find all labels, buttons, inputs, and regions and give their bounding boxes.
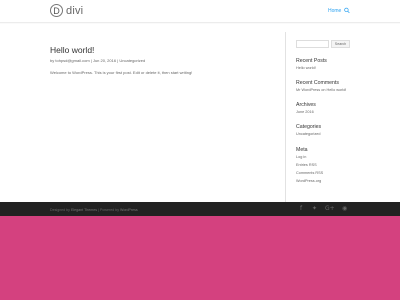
meta-link-comments-rss[interactable]: Comments RSS (296, 171, 323, 175)
widget-title-recent-posts: Recent Posts (296, 58, 327, 64)
meta-link-login[interactable]: Log in (296, 155, 306, 159)
facebook-icon[interactable]: f (300, 205, 302, 212)
sidebar-divider (285, 32, 286, 202)
recent-comment-link[interactable]: Mr WordPress on Hello world! (296, 88, 346, 92)
site-logo[interactable]: D divi (50, 4, 83, 17)
archive-link[interactable]: June 2016 (296, 110, 314, 114)
logo-text: divi (66, 4, 84, 17)
nav-item-home[interactable]: Home (328, 8, 341, 14)
logo-mark-icon: D (50, 4, 63, 17)
google-plus-icon[interactable]: G+ (325, 205, 335, 212)
recent-post-link[interactable]: Hello world! (296, 66, 316, 70)
post-title[interactable]: Hello world! (50, 45, 94, 55)
footer-credits: Designed by Elegant Themes | Powered by … (50, 208, 138, 212)
sidebar-search-button[interactable]: Search (331, 40, 350, 48)
widget-title-categories: Categories (296, 124, 322, 130)
platform-link[interactable]: WordPress (120, 208, 138, 212)
post-date: Jun 20, 2016 (92, 58, 117, 63)
credits-prefix: Designed by (50, 208, 70, 212)
site-header: D divi Home (0, 0, 400, 23)
search-icon[interactable] (344, 7, 350, 14)
meta-link-entries-rss[interactable]: Entries RSS (296, 163, 317, 167)
rss-icon[interactable]: ◉ (342, 205, 347, 212)
powered-prefix: Powered by (100, 208, 120, 212)
widget-title-recent-comments: Recent Comments (296, 80, 339, 86)
sidebar-search-input[interactable] (296, 40, 329, 48)
post-category-link[interactable]: Uncategorized (119, 58, 145, 63)
post-excerpt: Welcome to WordPress. This is your first… (50, 70, 193, 75)
widget-title-archives: Archives (296, 102, 316, 108)
post-meta: by tohpsd@gmail.com | Jun 20, 2016 | Unc… (50, 58, 145, 63)
post-author-link[interactable]: tohpsd@gmail.com (55, 58, 89, 63)
page-content-area: D divi Home Hello world! by tohpsd@gmail… (0, 0, 400, 202)
meta-link-wordpress-org[interactable]: WordPress.org (296, 179, 321, 183)
twitter-icon[interactable]: ✦ (312, 205, 317, 212)
credits-separator: | (98, 208, 100, 212)
post-meta-prefix: by (50, 58, 55, 63)
category-link[interactable]: Uncategorized (296, 132, 320, 136)
meta-separator: | (90, 58, 92, 63)
designer-link[interactable]: Elegant Themes (71, 208, 97, 212)
widget-title-meta: Meta (296, 147, 308, 153)
